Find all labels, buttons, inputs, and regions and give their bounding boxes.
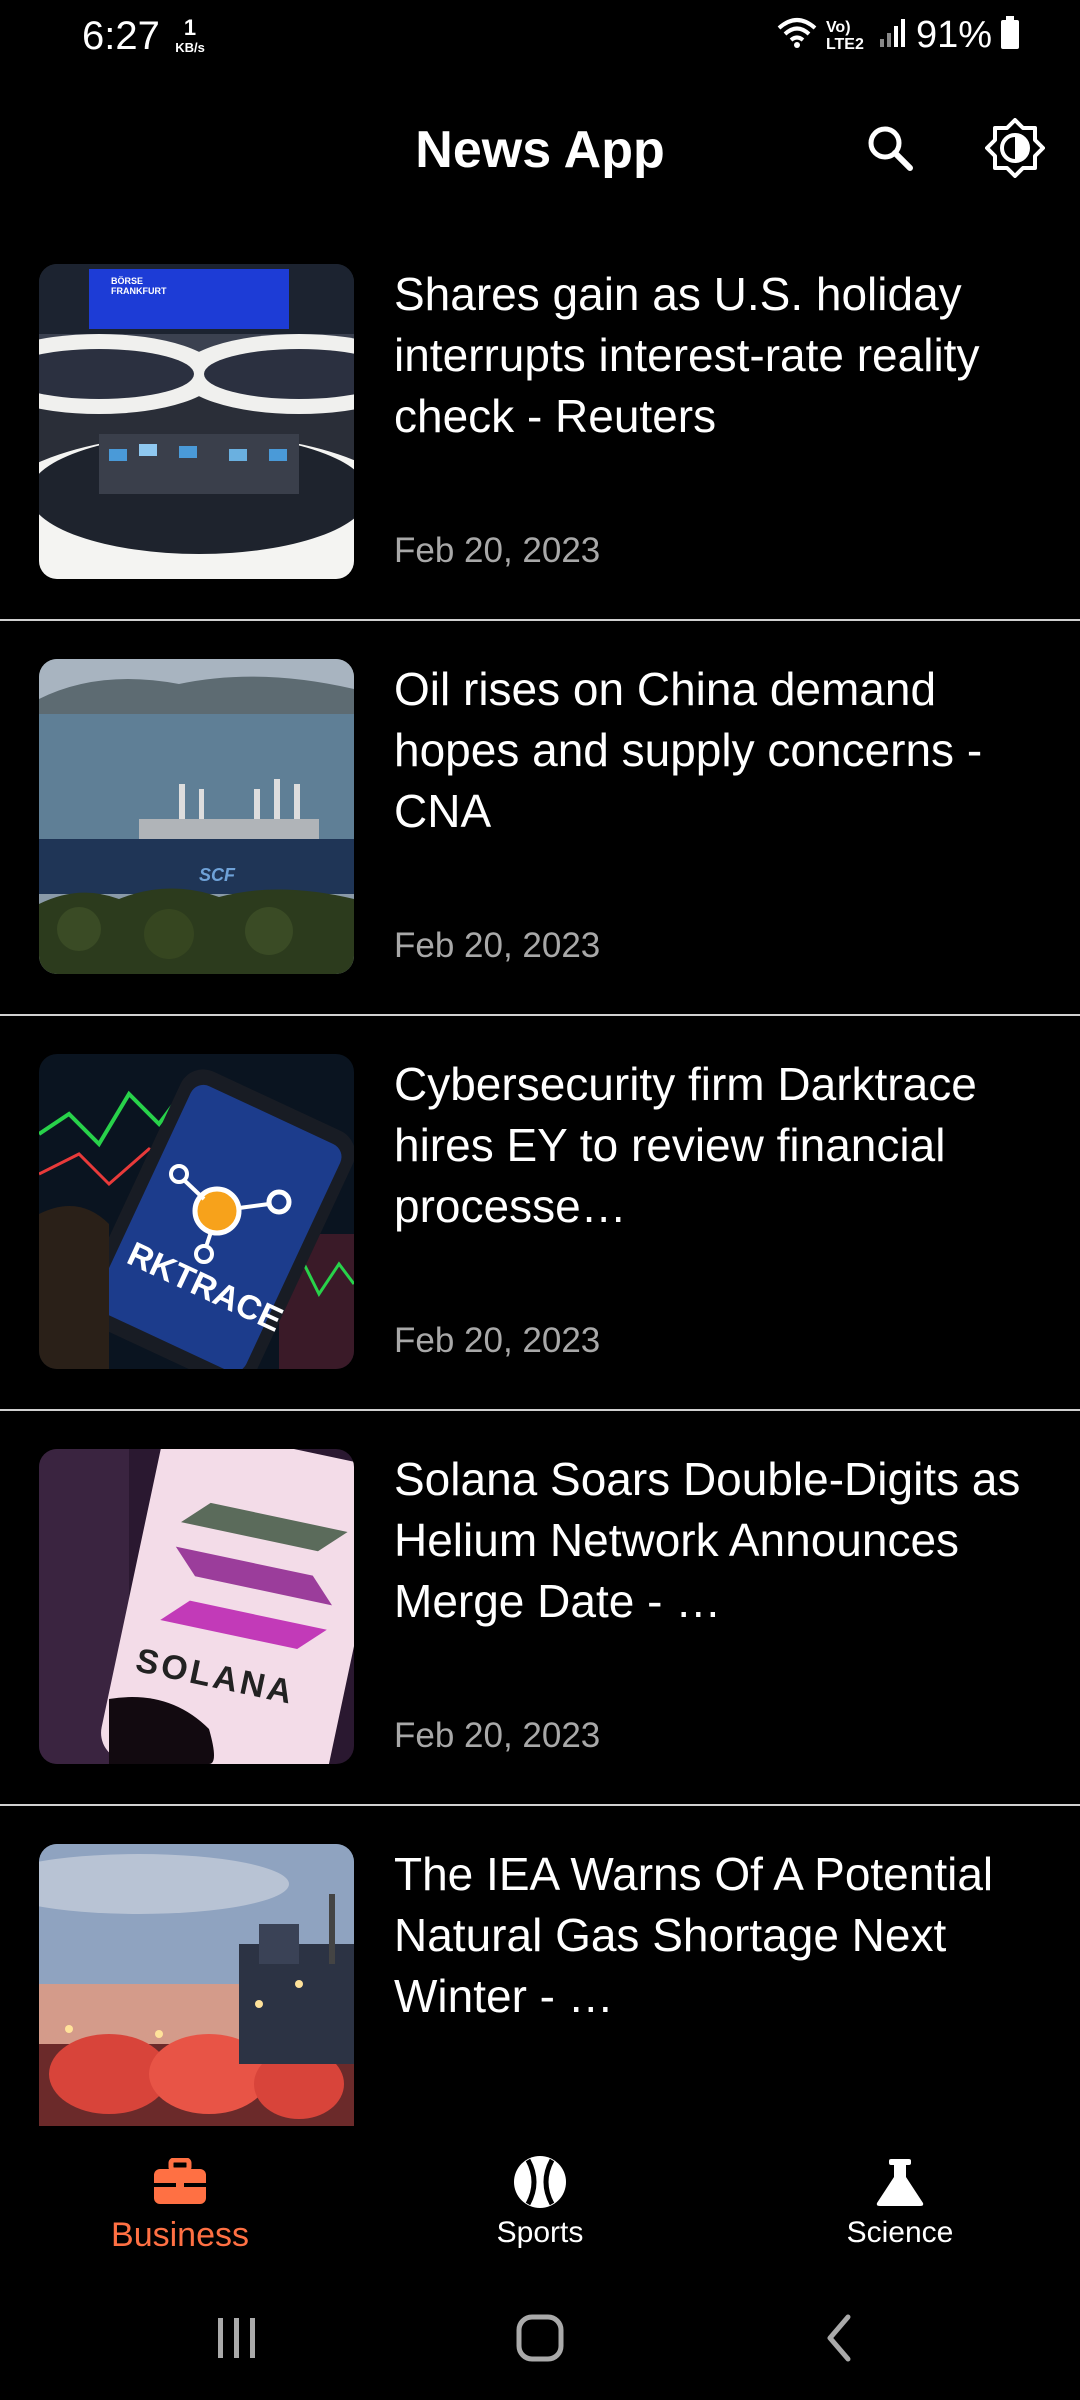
wifi-icon xyxy=(776,16,818,55)
search-icon xyxy=(865,123,915,178)
news-item[interactable]: SCF Oil rises on China demand hopes and … xyxy=(0,621,1080,1016)
news-item[interactable]: SOLANA Solana Soars Double-Digits as Hel… xyxy=(0,1411,1080,1806)
nav-label: Sports xyxy=(496,2216,584,2249)
home-button[interactable] xyxy=(500,2310,580,2370)
back-icon xyxy=(820,2313,860,2368)
news-date: Feb 20, 2023 xyxy=(394,1716,601,1755)
news-thumbnail: BÖRSE FRANKFURT xyxy=(39,264,354,579)
status-time: 6:27 xyxy=(82,14,160,58)
frankfurt-sign-text: FRANKFURT xyxy=(111,286,167,296)
news-item[interactable]: RKTRACE Cybersecurity firm Darktrace hir… xyxy=(0,1016,1080,1411)
news-date: Feb 20, 2023 xyxy=(394,926,601,965)
news-list[interactable]: BÖRSE FRANKFURT Shares gain as U.S. holi… xyxy=(0,226,1080,2126)
system-navigation-bar xyxy=(0,2280,1080,2400)
recents-icon xyxy=(212,2315,262,2366)
nav-business[interactable]: Business xyxy=(0,2126,360,2280)
news-date: Feb 20, 2023 xyxy=(394,531,601,570)
nav-sports[interactable]: Sports xyxy=(360,2126,720,2280)
volte-label: Vo) LTE2 xyxy=(825,18,864,53)
news-title: Shares gain as U.S. holiday interrupts i… xyxy=(394,268,980,442)
news-title: The IEA Warns Of A Potential Natural Gas… xyxy=(394,1848,994,2022)
search-button[interactable] xyxy=(860,120,920,180)
news-title: Oil rises on China demand hopes and supp… xyxy=(394,663,983,837)
news-date: Feb 20, 2023 xyxy=(394,1321,601,1360)
news-thumbnail: SOLANA xyxy=(39,1449,354,1764)
flask-icon xyxy=(875,2152,925,2212)
news-title: Cybersecurity firm Darktrace hires EY to… xyxy=(394,1058,977,1232)
theme-toggle-button[interactable] xyxy=(985,117,1045,183)
bottom-navigation: Business Sports Science xyxy=(0,2126,1080,2280)
news-thumbnail xyxy=(39,1844,354,2126)
signal-icon xyxy=(878,17,908,54)
news-item[interactable]: The IEA Warns Of A Potential Natural Gas… xyxy=(0,1806,1080,2126)
recents-button[interactable] xyxy=(197,2310,277,2370)
baseball-icon xyxy=(512,2152,568,2212)
home-icon xyxy=(515,2313,565,2368)
nav-label: Science xyxy=(846,2216,954,2249)
news-item[interactable]: BÖRSE FRANKFURT Shares gain as U.S. holi… xyxy=(0,226,1080,621)
status-bar: 6:27 1 KB/s Vo) LTE2 91% xyxy=(0,0,1080,80)
briefcase-icon xyxy=(153,2152,207,2212)
brightness-icon xyxy=(985,117,1045,183)
network-speed: 1 KB/s xyxy=(170,15,210,58)
status-icons: Vo) LTE2 91% xyxy=(776,14,1020,57)
battery-icon xyxy=(1000,16,1020,55)
news-thumbnail: SCF xyxy=(39,659,354,974)
nav-label: Business xyxy=(111,2216,249,2254)
news-thumbnail: RKTRACE xyxy=(39,1054,354,1369)
back-button[interactable] xyxy=(800,2310,880,2370)
network-speed-value: 1 xyxy=(183,15,197,40)
news-title: Solana Soars Double-Digits as Helium Net… xyxy=(394,1453,1021,1627)
network-speed-unit: KB/s xyxy=(175,40,205,55)
ship-name-text: SCF xyxy=(199,865,236,885)
battery-percent: 91% xyxy=(915,14,992,56)
nav-science[interactable]: Science xyxy=(720,2126,1080,2280)
borse-sign-text: BÖRSE xyxy=(111,276,143,286)
app-header: News App xyxy=(0,100,1080,200)
